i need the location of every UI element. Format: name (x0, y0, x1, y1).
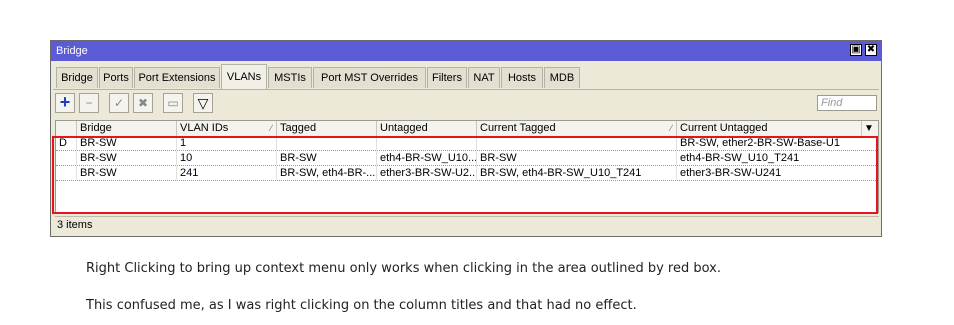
add-icon[interactable]: + (55, 93, 75, 113)
tab-port-extensions[interactable]: Port Extensions (134, 67, 220, 88)
column-current-tagged-label: Current Tagged (480, 122, 556, 134)
filter-icon[interactable]: ▽ (193, 93, 213, 113)
column-vlan-ids-label: VLAN IDs (180, 122, 229, 134)
bridge-window: Bridge ▣ ✖ Bridge Ports Port Extensions … (50, 40, 882, 237)
row-flag (56, 166, 77, 180)
table-row[interactable]: D BR-SW 1 BR-SW, ether2-BR-SW-Base-U1 (56, 136, 878, 151)
table-header[interactable]: Bridge VLAN IDs ∕ Tagged Untagged Curren… (56, 121, 878, 137)
tab-bridge[interactable]: Bridge (56, 67, 98, 88)
row-vlan-ids: 10 (177, 151, 277, 165)
column-current-untagged[interactable]: Current Untagged (677, 121, 862, 136)
tab-mdb[interactable]: MDB (544, 67, 580, 88)
row-untagged (377, 136, 477, 150)
column-untagged[interactable]: Untagged (377, 121, 477, 136)
restore-icon[interactable]: ▣ (850, 44, 862, 56)
item-count: 3 items (57, 219, 93, 231)
column-menu-icon[interactable]: ▼ (862, 121, 878, 136)
close-icon[interactable]: ✖ (865, 44, 877, 56)
column-current-tagged[interactable]: Current Tagged ∕ (477, 121, 677, 136)
tab-vlans[interactable]: VLANs (221, 64, 267, 89)
table-row[interactable]: BR-SW 10 BR-SW eth4-BR-SW_U10... BR-SW e… (56, 151, 878, 166)
table-row[interactable]: BR-SW 241 BR-SW, eth4-BR-... ether3-BR-S… (56, 166, 878, 181)
row-current-untagged: eth4-BR-SW_U10_T241 (680, 152, 800, 164)
note-line-2: This confused me, as I was right clickin… (86, 298, 637, 313)
row-current-tagged (477, 136, 677, 150)
row-current-tagged: BR-SW, eth4-BR-SW_U10_T241 (477, 166, 677, 180)
note-line-1: Right Clicking to bring up context menu … (86, 261, 721, 276)
enable-icon[interactable]: ✓ (109, 93, 129, 113)
comment-icon[interactable]: ▭ (163, 93, 183, 113)
sort-icon: ∕ (670, 123, 672, 133)
tab-ports[interactable]: Ports (99, 67, 133, 88)
vlan-table[interactable]: Bridge VLAN IDs ∕ Tagged Untagged Curren… (55, 120, 879, 213)
row-tagged: BR-SW (277, 151, 377, 165)
row-flag (56, 151, 77, 165)
row-flag: D (56, 136, 77, 150)
row-bridge: BR-SW (77, 166, 177, 180)
window-title: Bridge (56, 45, 88, 57)
column-tagged[interactable]: Tagged (277, 121, 377, 136)
row-vlan-ids: 241 (177, 166, 277, 180)
row-bridge: BR-SW (77, 151, 177, 165)
tab-port-mst-overrides[interactable]: Port MST Overrides (313, 67, 426, 88)
remove-icon[interactable]: − (79, 93, 99, 113)
disable-icon[interactable]: ✖ (133, 93, 153, 113)
row-bridge: BR-SW (77, 136, 177, 150)
row-current-tagged: BR-SW (477, 151, 677, 165)
tab-divider (53, 89, 879, 90)
tab-mstis[interactable]: MSTIs (268, 67, 312, 88)
column-vlan-ids[interactable]: VLAN IDs ∕ (177, 121, 277, 136)
row-vlan-ids: 1 (177, 136, 277, 150)
tab-hosts[interactable]: Hosts (501, 67, 543, 88)
row-current-untagged: BR-SW, ether2-BR-SW-Base-U1 (680, 137, 840, 149)
status-bar: 3 items (55, 216, 879, 233)
sort-icon: ∕ (270, 123, 272, 133)
row-tagged: BR-SW, eth4-BR-... (277, 166, 377, 180)
row-tagged (277, 136, 377, 150)
window-titlebar[interactable]: Bridge ▣ ✖ (51, 41, 881, 61)
column-flag[interactable] (56, 121, 77, 136)
column-bridge[interactable]: Bridge (77, 121, 177, 136)
find-input[interactable]: Find (817, 95, 877, 111)
row-untagged: ether3-BR-SW-U2... (377, 166, 477, 180)
row-current-untagged: ether3-BR-SW-U241 (680, 167, 782, 179)
row-untagged: eth4-BR-SW_U10... (377, 151, 477, 165)
tab-filters[interactable]: Filters (427, 67, 467, 88)
tab-nat[interactable]: NAT (468, 67, 500, 88)
